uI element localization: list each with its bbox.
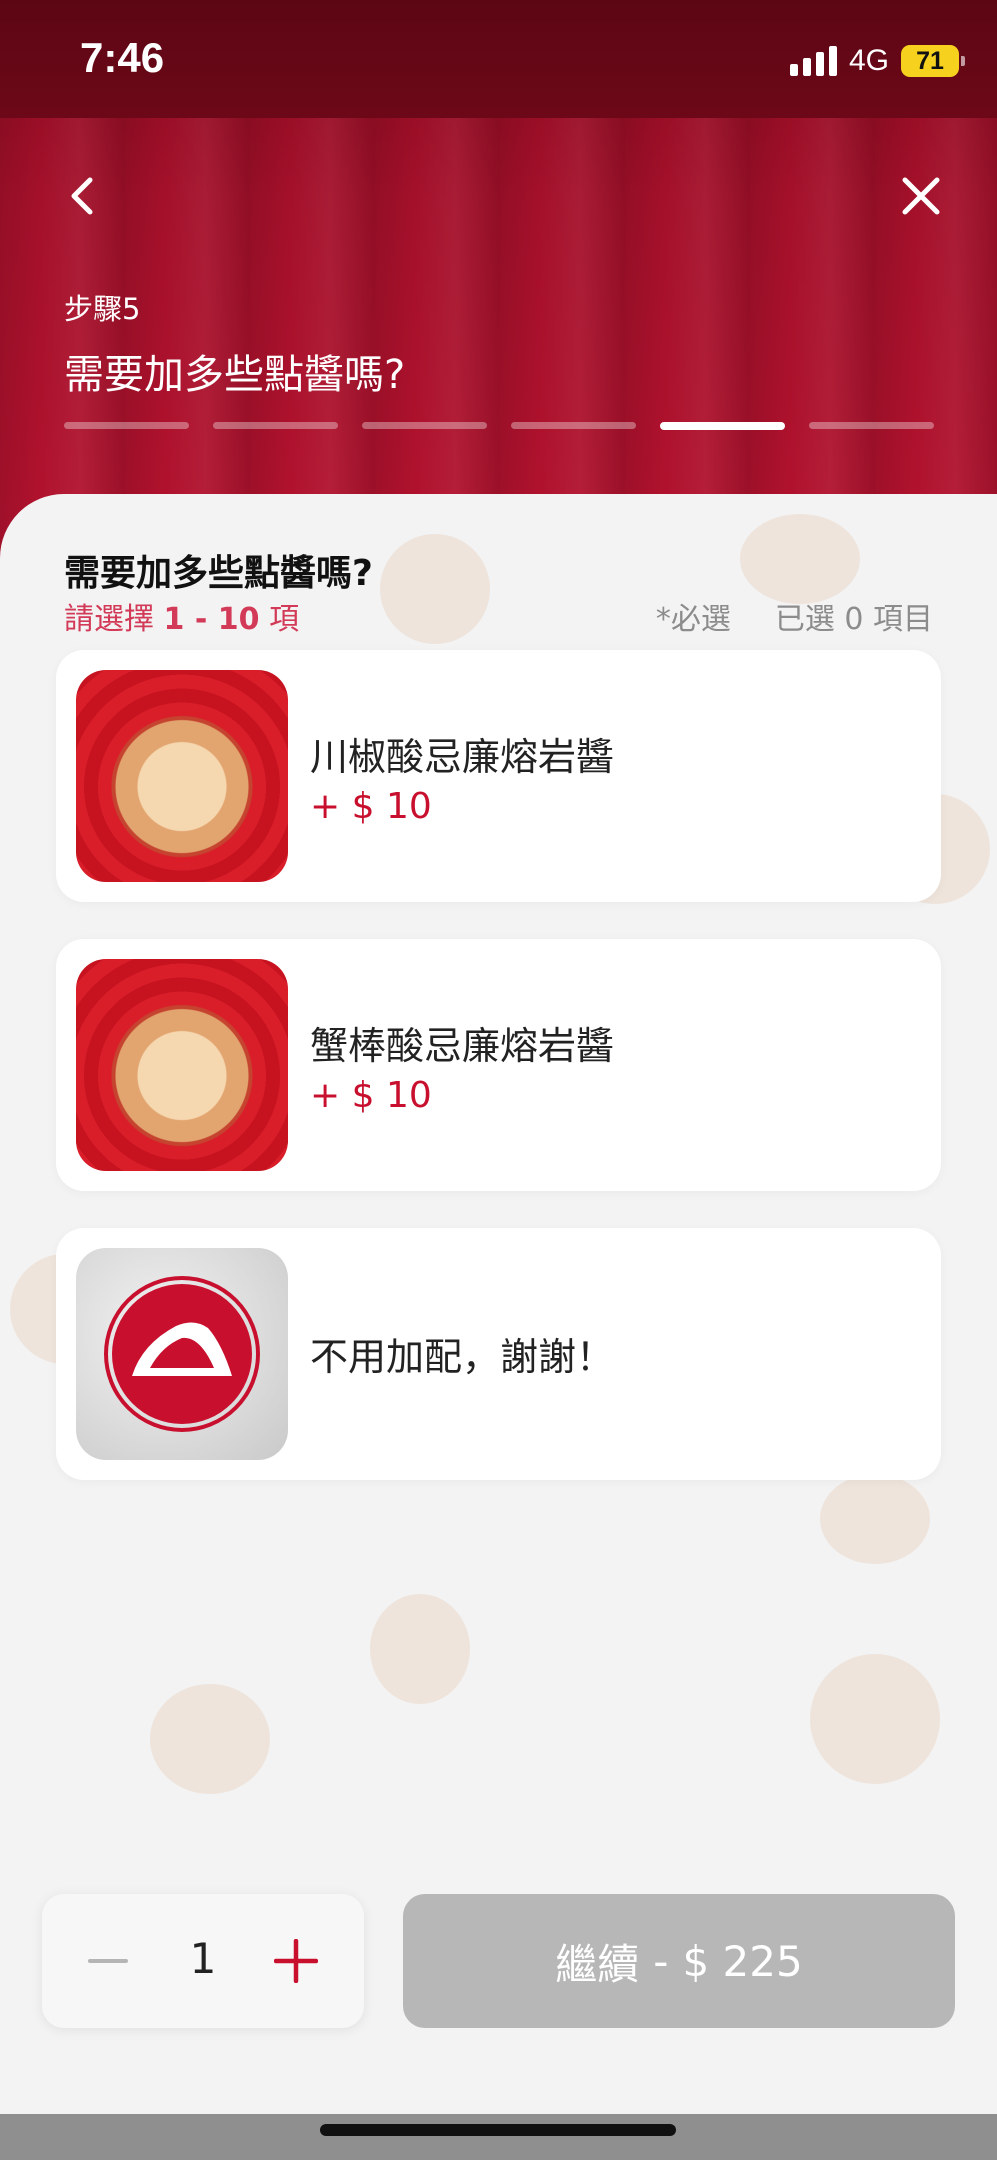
option-name: 不用加配，謝謝！	[310, 1335, 615, 1379]
background-ingredient-decoration	[150, 1684, 270, 1794]
selection-hint-suffix: 項	[269, 602, 300, 637]
selection-hint-prefix: 請選擇	[64, 602, 154, 637]
plus-icon	[273, 1938, 319, 1984]
option-card[interactable]: 川椒酸忌廉熔岩醬 + $ 10	[56, 650, 941, 902]
progress-segment	[809, 422, 934, 429]
option-price: + $ 10	[310, 786, 432, 827]
selection-meta: *必選 已選 0 項目	[656, 594, 933, 638]
signal-icon	[789, 46, 837, 76]
required-label: *必選	[655, 602, 731, 637]
background-ingredient-decoration	[370, 1594, 470, 1704]
continue-label: 繼續	[555, 1939, 640, 1989]
progress-segment	[362, 422, 487, 429]
selection-range: 1 - 10	[163, 602, 260, 637]
status-indicators: 4G 71	[789, 44, 965, 78]
close-icon	[902, 177, 940, 215]
pizza-hut-logo	[76, 1248, 288, 1460]
progress-segment	[64, 422, 189, 429]
battery-icon: 71	[901, 45, 965, 77]
progress-segment	[511, 422, 636, 429]
quantity-stepper: 1	[42, 1894, 364, 2028]
progress-segment	[213, 422, 338, 429]
background-ingredient-decoration	[380, 534, 490, 644]
status-bar: 7:46 4G 71	[0, 0, 997, 118]
step-title: 需要加多些點醬嗎?	[64, 352, 406, 398]
option-name: 蟹棒酸忌廉熔岩醬	[310, 1024, 615, 1068]
background-ingredient-decoration	[820, 1474, 930, 1564]
total-price: $ 225	[682, 1936, 803, 1986]
progress-segment-active	[660, 422, 785, 430]
bottom-bar: 1 繼續 - $ 225	[0, 1870, 997, 2070]
background-ingredient-decoration	[740, 514, 860, 604]
back-button[interactable]	[60, 172, 108, 220]
continue-separator: -	[653, 1936, 669, 1986]
close-button[interactable]	[897, 172, 945, 220]
increase-quantity-button[interactable]	[273, 1938, 319, 1984]
background-ingredient-decoration	[810, 1654, 940, 1784]
selected-count: 已選 0 項目	[774, 602, 933, 637]
pizza-image	[76, 959, 288, 1171]
section-title: 需要加多些點醬嗎?	[64, 553, 373, 594]
option-price: + $ 10	[310, 1075, 432, 1116]
continue-button[interactable]: 繼續 - $ 225	[403, 1894, 955, 2028]
option-card[interactable]: 不用加配，謝謝！	[56, 1228, 941, 1480]
pizza-hut-logo-icon	[104, 1276, 260, 1432]
option-card[interactable]: 蟹棒酸忌廉熔岩醬 + $ 10	[56, 939, 941, 1191]
step-progress	[64, 422, 934, 430]
network-label: 4G	[848, 44, 889, 77]
home-indicator[interactable]	[320, 2124, 676, 2136]
step-label: 步驟5	[64, 292, 141, 326]
status-time: 7:46	[80, 34, 165, 81]
home-indicator-area	[0, 2114, 997, 2160]
selection-hint: 請選擇 1 - 10 項	[64, 594, 299, 638]
chevron-left-icon	[71, 177, 93, 215]
pizza-image	[76, 670, 288, 882]
option-name: 川椒酸忌廉熔岩醬	[310, 735, 615, 779]
